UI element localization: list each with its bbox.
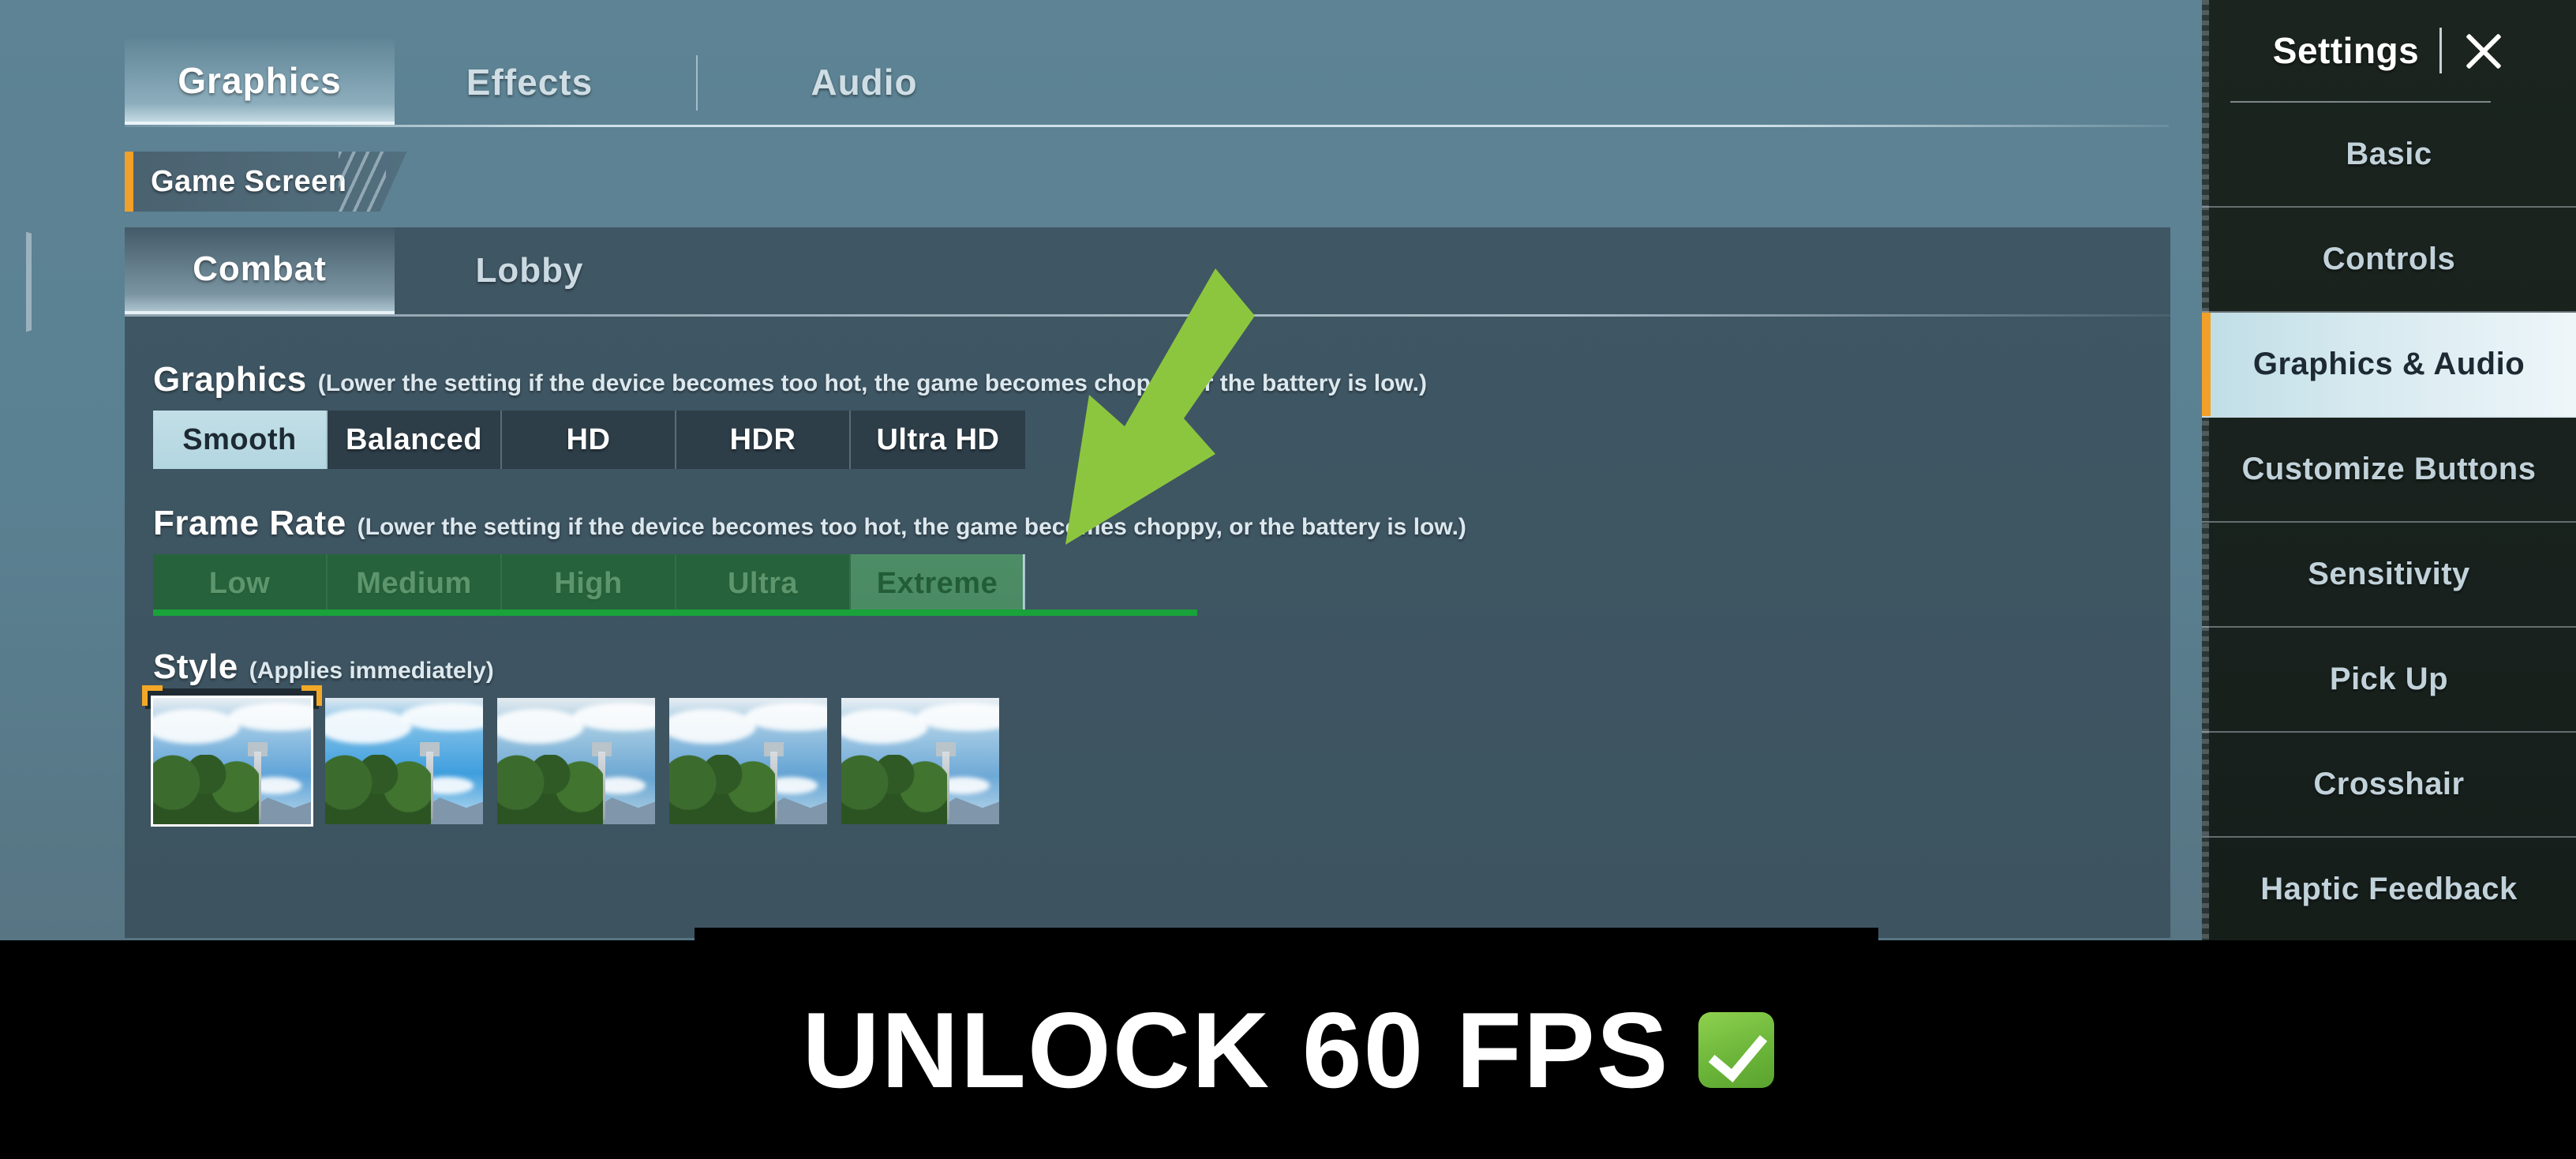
left-edge-hex-decoration bbox=[0, 215, 32, 349]
style-thumbnail-2[interactable] bbox=[325, 698, 483, 824]
caption-bar: UNLOCK 60 FPS bbox=[0, 940, 2576, 1159]
graphics-setting-group: Graphics (Lower the setting if the devic… bbox=[125, 360, 2170, 469]
diagonal-stripes-decoration bbox=[339, 152, 386, 212]
sidebar-item-pick-up-label: Pick Up bbox=[2329, 662, 2449, 696]
frame-rate-option-medium-label: Medium bbox=[356, 566, 472, 600]
style-thumbnail-5-image bbox=[841, 698, 999, 824]
style-thumbnail-1[interactable] bbox=[142, 685, 322, 827]
sidebar-item-basic[interactable]: Basic bbox=[2202, 103, 2576, 208]
section-header-label: Game Screen bbox=[151, 164, 347, 198]
frame-rate-option-high-label: High bbox=[554, 566, 623, 600]
style-thumbnail-2-image bbox=[325, 698, 483, 824]
frame-rate-setting-group: Frame Rate (Lower the setting if the dev… bbox=[125, 504, 2170, 616]
sidebar-item-graphics-audio-label: Graphics & Audio bbox=[2252, 347, 2525, 381]
graphics-option-hdr[interactable]: HDR bbox=[676, 411, 851, 469]
graphics-group-description: (Lower the setting if the device becomes… bbox=[317, 370, 1427, 396]
sidebar-item-sensitivity-label: Sensitivity bbox=[2308, 557, 2470, 591]
tab-effects[interactable]: Effects bbox=[395, 39, 665, 125]
sidebar-item-haptic-feedback-label: Haptic Feedback bbox=[2260, 872, 2518, 906]
sidebar-header-divider bbox=[2439, 28, 2443, 73]
subtab-combat[interactable]: Combat bbox=[125, 227, 395, 314]
selection-corner-top-right-icon bbox=[301, 685, 322, 706]
game-screen-section-header: Game Screen bbox=[125, 152, 406, 212]
tab-audio[interactable]: Audio bbox=[729, 39, 999, 125]
sidebar-item-sensitivity[interactable]: Sensitivity bbox=[2202, 523, 2576, 628]
tab-graphics[interactable]: Graphics bbox=[125, 39, 395, 125]
style-thumbnail-4[interactable] bbox=[669, 698, 827, 824]
graphics-options-segmented-control: Smooth Balanced HD HDR Ultra HD bbox=[153, 411, 2170, 469]
graphics-option-hd-label: HD bbox=[566, 422, 611, 456]
style-thumbnail-list bbox=[142, 685, 2170, 827]
style-thumbnail-3[interactable] bbox=[497, 698, 655, 824]
sidebar-item-pick-up[interactable]: Pick Up bbox=[2202, 628, 2576, 733]
frame-rate-option-ultra[interactable]: Ultra bbox=[676, 554, 851, 613]
frame-rate-option-low[interactable]: Low bbox=[153, 554, 328, 613]
top-tab-underline bbox=[125, 125, 2169, 127]
close-icon[interactable] bbox=[2462, 29, 2505, 72]
style-thumbnail-5[interactable] bbox=[841, 698, 999, 824]
sidebar-item-crosshair-label: Crosshair bbox=[2313, 767, 2465, 801]
caption-text: UNLOCK 60 FPS bbox=[802, 989, 1670, 1110]
frame-rate-option-medium[interactable]: Medium bbox=[328, 554, 502, 613]
sidebar-item-crosshair[interactable]: Crosshair bbox=[2202, 733, 2576, 838]
sidebar-header: Settings bbox=[2202, 0, 2576, 101]
subtab-lobby-label: Lobby bbox=[475, 251, 584, 290]
graphics-option-ultra-hd-label: Ultra HD bbox=[876, 422, 1000, 456]
style-thumbnail-3-image bbox=[497, 698, 655, 824]
tab-graphics-label: Graphics bbox=[178, 60, 342, 101]
style-group-description: (Applies immediately) bbox=[249, 658, 494, 684]
sidebar-item-controls-label: Controls bbox=[2322, 242, 2456, 276]
tab-effects-label: Effects bbox=[466, 62, 593, 103]
check-mark-badge-icon bbox=[1698, 1011, 1774, 1088]
graphics-option-balanced-label: Balanced bbox=[346, 422, 482, 456]
frame-rate-option-ultra-label: Ultra bbox=[727, 566, 799, 600]
style-thumbnail-4-image bbox=[669, 698, 827, 824]
frame-rate-green-underline-annotation bbox=[1023, 610, 1197, 616]
frame-rate-option-extreme-label: Extreme bbox=[876, 566, 998, 600]
graphics-option-balanced[interactable]: Balanced bbox=[328, 411, 502, 469]
frame-rate-option-low-label: Low bbox=[208, 566, 271, 600]
top-tab-bar: Graphics Effects Audio bbox=[0, 0, 2202, 127]
frame-rate-options-segmented-control: Low Medium High Ultra Extreme bbox=[153, 554, 2170, 616]
frame-rate-group-title: Frame Rate bbox=[153, 504, 346, 542]
sub-tab-underline bbox=[125, 314, 2170, 317]
sidebar-active-accent-bar bbox=[2202, 313, 2211, 416]
frame-rate-option-extreme[interactable]: Extreme bbox=[851, 554, 1025, 613]
graphics-option-hdr-label: HDR bbox=[729, 422, 796, 456]
sidebar-title: Settings bbox=[2272, 30, 2420, 71]
sidebar-item-basic-label: Basic bbox=[2346, 137, 2432, 171]
sidebar-item-customize-buttons-label: Customize Buttons bbox=[2241, 452, 2537, 486]
tab-audio-label: Audio bbox=[811, 62, 918, 103]
style-thumbnail-1-image bbox=[151, 696, 313, 827]
subtab-combat-label: Combat bbox=[193, 249, 327, 288]
sidebar-item-haptic-feedback[interactable]: Haptic Feedback bbox=[2202, 838, 2576, 943]
settings-content-panel: Combat Lobby Graphics (Lower the setting… bbox=[125, 227, 2170, 938]
graphics-option-smooth-label: Smooth bbox=[182, 422, 297, 456]
caption-bar-extension bbox=[695, 928, 1878, 940]
frame-rate-option-high[interactable]: High bbox=[502, 554, 676, 613]
sub-tab-bar: Combat Lobby bbox=[125, 227, 2170, 317]
sidebar-item-graphics-audio[interactable]: Graphics & Audio bbox=[2202, 313, 2576, 418]
game-settings-screen: Graphics Effects Audio Game Screen Comba… bbox=[0, 0, 2576, 1159]
selection-corner-top-left-icon bbox=[142, 685, 163, 706]
sidebar-item-controls[interactable]: Controls bbox=[2202, 208, 2576, 313]
frame-rate-group-description: (Lower the setting if the device becomes… bbox=[357, 514, 1466, 540]
graphics-option-hd[interactable]: HD bbox=[502, 411, 676, 469]
style-setting-group: Style (Applies immediately) bbox=[125, 647, 2170, 827]
section-accent-bar bbox=[125, 152, 133, 212]
sidebar-menu-list: Basic Controls Graphics & Audio Customiz… bbox=[2202, 103, 2576, 943]
tab-separator bbox=[696, 55, 698, 111]
style-group-title: Style bbox=[153, 647, 238, 686]
graphics-group-title: Graphics bbox=[153, 360, 307, 399]
graphics-option-smooth[interactable]: Smooth bbox=[153, 411, 328, 469]
subtab-lobby[interactable]: Lobby bbox=[395, 227, 665, 314]
graphics-option-ultra-hd[interactable]: Ultra HD bbox=[851, 411, 1025, 469]
sidebar-item-customize-buttons[interactable]: Customize Buttons bbox=[2202, 418, 2576, 523]
